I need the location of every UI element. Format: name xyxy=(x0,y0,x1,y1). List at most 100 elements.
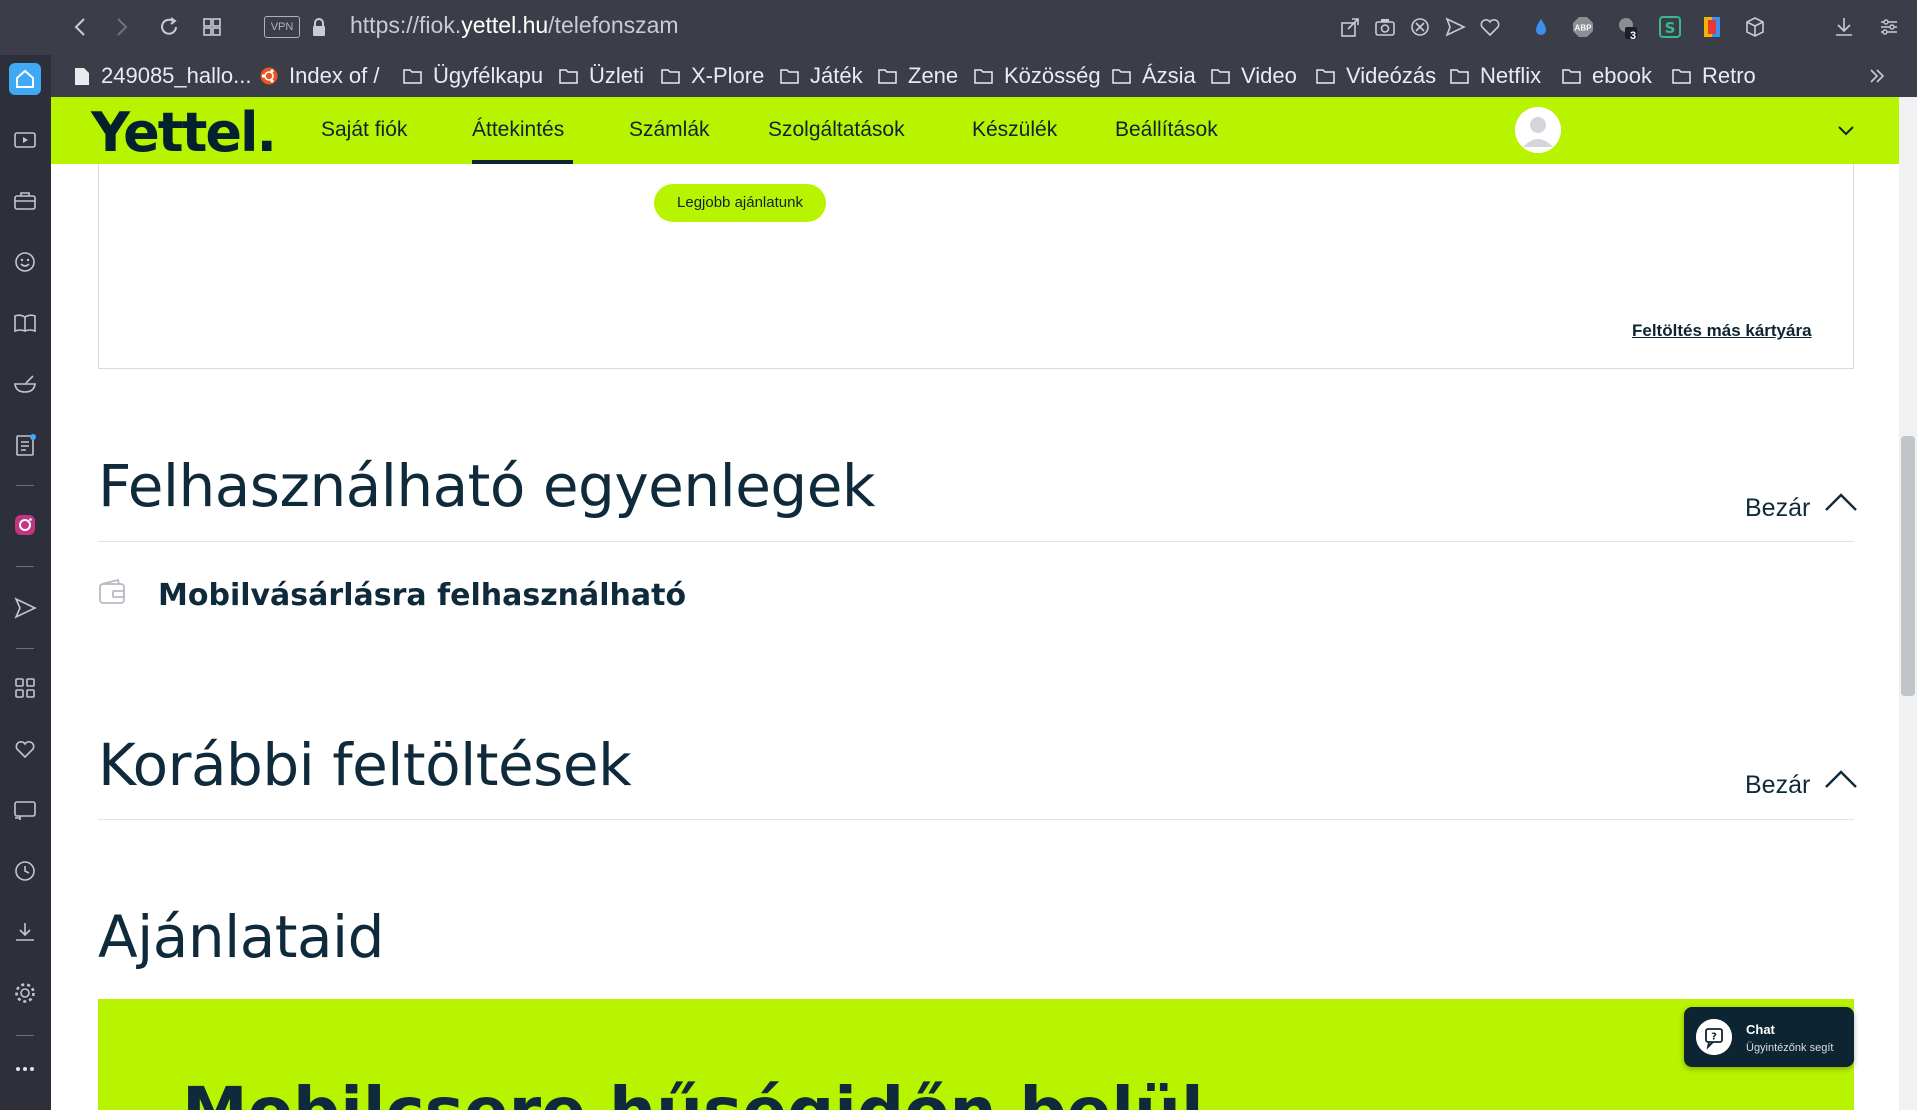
folder-icon xyxy=(661,69,680,84)
extension-badge-count: 3 xyxy=(1630,30,1637,42)
folder-icon xyxy=(1562,69,1581,84)
camera-icon[interactable] xyxy=(1372,14,1398,40)
abp-label: ABP xyxy=(1575,24,1593,33)
video-player-icon[interactable] xyxy=(12,127,38,153)
bookmarks-overflow-icon[interactable] xyxy=(1866,65,1888,87)
home-icon[interactable] xyxy=(9,63,41,95)
chat-title: Chat xyxy=(1746,1022,1775,1037)
drop-extension-icon[interactable] xyxy=(1528,14,1554,40)
briefcase-icon[interactable] xyxy=(12,188,38,214)
bookmark-label: 249085_hallo... xyxy=(101,63,252,88)
bookmark-kozosseg[interactable]: Közösség xyxy=(974,59,1101,93)
browser-toolbar: VPN https://fiok.yettel.hu/telefonszam A… xyxy=(0,0,1917,55)
balance-item-mobile-purchase[interactable]: Mobilvásárlásra felhasználható xyxy=(158,578,686,613)
svg-text:S: S xyxy=(1665,19,1676,37)
bookmark-zene[interactable]: Zene xyxy=(878,59,958,93)
adblock-icon[interactable]: ABP xyxy=(1570,14,1596,40)
site-header: Yettel. Saját fiók Áttekintés Számlák Sz… xyxy=(51,97,1899,164)
nav-sajat-fiok[interactable]: Saját fiók xyxy=(321,118,407,142)
apps-grid-icon[interactable] xyxy=(12,675,38,701)
yettel-logo[interactable]: Yettel. xyxy=(91,101,277,164)
nav-beallitasok[interactable]: Beállítások xyxy=(1115,118,1218,142)
emoji-icon[interactable] xyxy=(12,249,38,275)
download-icon[interactable] xyxy=(12,919,38,945)
back-icon[interactable] xyxy=(68,14,94,40)
url-domain: yettel.hu xyxy=(461,12,549,38)
vpn-badge[interactable]: VPN xyxy=(264,16,300,38)
bookmark-jatek[interactable]: Játék xyxy=(780,59,863,93)
topup-card xyxy=(98,164,1854,369)
history-close-button[interactable]: Bezár xyxy=(1745,771,1810,800)
folder-icon xyxy=(1450,69,1469,84)
chevron-up-icon[interactable] xyxy=(1824,768,1858,790)
ubuntu-icon xyxy=(260,67,278,85)
bookmark-x-plore[interactable]: X-Plore xyxy=(661,59,764,93)
bookmark-video[interactable]: Video xyxy=(1211,59,1297,93)
lock-icon[interactable] xyxy=(306,14,332,40)
nav-keszulek[interactable]: Készülék xyxy=(972,118,1057,142)
bookmark-249085[interactable]: 249085_hallo... xyxy=(74,59,251,93)
sidebar-divider xyxy=(16,566,34,567)
nav-szamlak[interactable]: Számlák xyxy=(629,118,710,142)
bookmark-label: Üzleti xyxy=(589,63,645,88)
send-icon[interactable] xyxy=(12,595,38,621)
notes-icon[interactable] xyxy=(12,432,38,458)
more-icon[interactable] xyxy=(12,1056,38,1082)
chevron-down-icon[interactable] xyxy=(1835,119,1857,141)
history-icon[interactable] xyxy=(12,858,38,884)
balances-close-button[interactable]: Bezár xyxy=(1745,494,1810,523)
tracker-block-icon[interactable] xyxy=(1407,14,1433,40)
nav-attekintes[interactable]: Áttekintés xyxy=(472,118,564,142)
address-bar[interactable]: https://fiok.yettel.hu/telefonszam xyxy=(350,12,679,39)
nav-szolgaltatasok[interactable]: Szolgáltatások xyxy=(768,118,905,142)
wallet-icon xyxy=(98,578,126,606)
promo-banner[interactable]: Mobilcsere hűségidőn belül xyxy=(98,999,1854,1110)
folder-icon xyxy=(878,69,897,84)
send-icon[interactable] xyxy=(1442,14,1468,40)
forward-icon[interactable] xyxy=(108,14,134,40)
chat-bubble-icon: ? xyxy=(1696,1019,1732,1055)
notes-extension-icon[interactable] xyxy=(1700,14,1726,40)
url-path: /telefonszam xyxy=(548,12,679,38)
folder-icon xyxy=(1112,69,1131,84)
folder-icon xyxy=(780,69,799,84)
bookmark-ugyfelkapu[interactable]: Ügyfélkapu xyxy=(403,59,543,93)
bookmark-index-of[interactable]: Index of / xyxy=(260,59,380,93)
bookmark-label: Ügyfélkapu xyxy=(433,63,544,88)
bookmark-azsia[interactable]: Ázsia xyxy=(1112,59,1196,93)
topup-other-card-link[interactable]: Feltöltés más kártyára xyxy=(1632,321,1812,341)
cube-icon[interactable] xyxy=(1742,14,1768,40)
gear-icon[interactable] xyxy=(12,980,38,1006)
share-icon[interactable] xyxy=(1337,14,1363,40)
cast-icon[interactable] xyxy=(12,797,38,823)
history-title: Korábbi feltöltések xyxy=(98,731,632,799)
bookmark-netflix[interactable]: Netflix xyxy=(1450,59,1541,93)
page-icon xyxy=(75,67,89,85)
reload-icon[interactable] xyxy=(156,14,182,40)
heart-icon[interactable] xyxy=(12,736,38,762)
download-icon[interactable] xyxy=(1831,14,1857,40)
offers-title: Ajánlataid xyxy=(98,903,384,971)
chat-button[interactable]: ? Chat Ügyintézőnk segít xyxy=(1684,1007,1854,1067)
avatar[interactable] xyxy=(1515,107,1561,153)
instagram-icon[interactable] xyxy=(12,512,38,538)
sidebar-divider xyxy=(16,648,34,649)
bookmark-retro[interactable]: Retro xyxy=(1672,59,1756,93)
best-offer-badge: Legjobb ajánlatunk xyxy=(654,184,826,222)
tabs-grid-icon[interactable] xyxy=(199,14,225,40)
scrollbar-thumb[interactable] xyxy=(1901,436,1915,696)
promo-title: Mobilcsere hűségidőn belül xyxy=(182,1073,1204,1110)
menu-settings-icon[interactable] xyxy=(1876,14,1902,40)
chat-subtitle: Ügyintézőnk segít xyxy=(1746,1042,1834,1054)
chevron-up-icon[interactable] xyxy=(1824,491,1858,513)
s-extension-icon[interactable]: S xyxy=(1657,14,1683,40)
book-icon[interactable] xyxy=(12,310,38,336)
heart-icon[interactable] xyxy=(1477,14,1503,40)
bookmark-videozas[interactable]: Videózás xyxy=(1316,59,1436,93)
folder-icon xyxy=(1211,69,1230,84)
bookmark-uzleti[interactable]: Üzleti xyxy=(559,59,644,93)
bowl-icon[interactable] xyxy=(12,371,38,397)
bookmark-label: Video xyxy=(1241,63,1297,88)
bookmark-label: Zene xyxy=(908,63,959,88)
bookmark-ebook[interactable]: ebook xyxy=(1562,59,1652,93)
